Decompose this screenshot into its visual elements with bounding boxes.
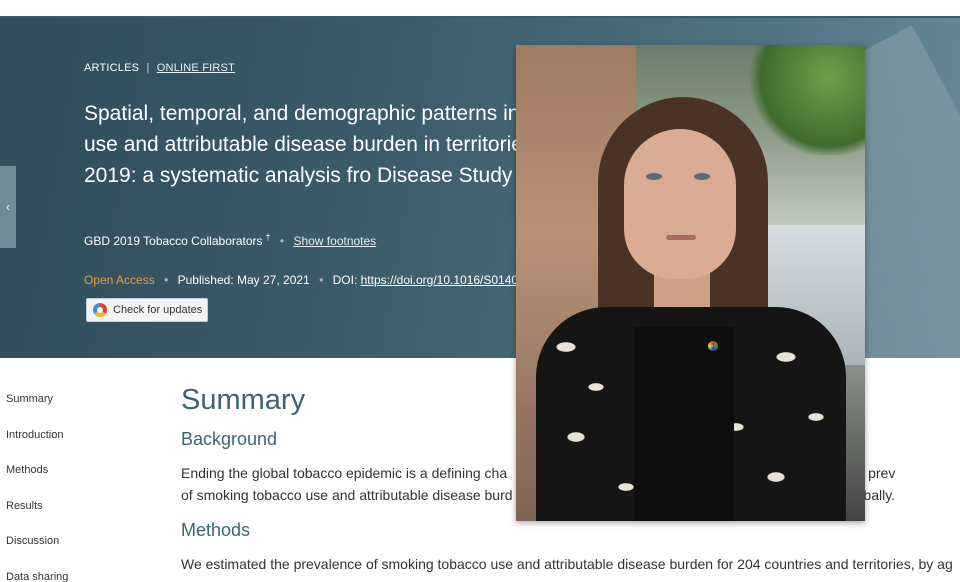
photo-face <box>624 129 736 279</box>
photo-background-trees <box>745 45 865 155</box>
separator-dot: • <box>279 234 285 248</box>
side-panel-toggle[interactable]: ‹ <box>0 166 16 248</box>
kicker-online-first-link[interactable]: ONLINE FIRST <box>157 62 235 74</box>
photo-lapel-pin <box>708 341 718 351</box>
kicker-section: ARTICLES <box>84 62 140 74</box>
photo-black-top <box>634 327 734 521</box>
kicker-separator: | <box>146 62 150 74</box>
authors-link[interactable]: GBD 2019 Tobacco Collaborators <box>84 234 263 248</box>
doi-link[interactable]: https://doi.org/10.1016/S0140 <box>361 273 518 287</box>
nav-item-discussion[interactable]: Discussion <box>6 534 68 570</box>
published-date: May 27, 2021 <box>237 273 310 287</box>
author-line: GBD 2019 Tobacco Collaborators † • Show f… <box>84 232 376 248</box>
author-footnote-marker: † <box>265 232 271 242</box>
nav-item-summary[interactable]: Summary <box>6 392 68 428</box>
publication-meta: Open Access • Published: May 27, 2021 • … <box>84 273 518 287</box>
article-kicker: ARTICLES | ONLINE FIRST <box>84 62 235 74</box>
nav-item-methods[interactable]: Methods <box>6 463 68 499</box>
check-for-updates-button[interactable]: Check for updates <box>86 298 208 322</box>
open-access-label: Open Access <box>84 273 155 287</box>
show-footnotes-link[interactable]: Show footnotes <box>293 234 376 248</box>
section-navigation: Summary Introduction Methods Results Dis… <box>6 392 68 582</box>
methods-heading: Methods <box>181 520 251 540</box>
nav-item-data-sharing[interactable]: Data sharing <box>6 570 68 582</box>
photo-eye-left <box>646 173 662 180</box>
separator-dot: • <box>319 273 324 287</box>
nav-item-introduction[interactable]: Introduction <box>6 428 68 464</box>
published-label: Published: <box>177 273 234 287</box>
check-for-updates-label: Check for updates <box>113 304 203 316</box>
photo-eye-right <box>694 173 710 180</box>
crossmark-badge-icon <box>93 303 107 317</box>
doi-label: DOI: <box>332 273 358 287</box>
photo-mouth <box>666 235 696 240</box>
nav-item-results[interactable]: Results <box>6 499 68 535</box>
separator-dot: • <box>164 273 169 287</box>
top-rule <box>0 0 960 18</box>
portrait-photo <box>516 45 865 521</box>
methods-text-line: We estimated the prevalence of smoking t… <box>181 556 953 572</box>
